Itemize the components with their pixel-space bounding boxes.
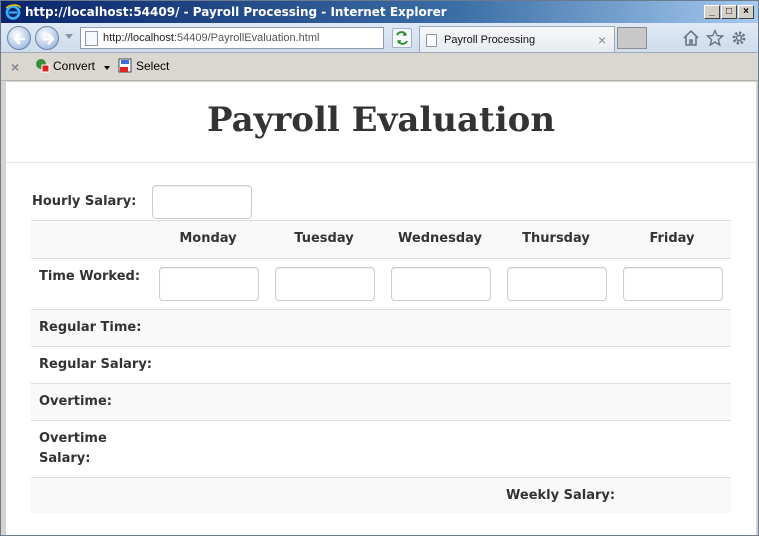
overtime-row: Overtime: — [31, 383, 731, 420]
close-toolbar-icon[interactable]: × — [11, 59, 19, 75]
hourly-salary-input[interactable] — [152, 185, 252, 219]
home-icon[interactable] — [682, 29, 700, 47]
time-worked-row: Time Worked: — [31, 258, 731, 309]
tab-close-icon[interactable]: × — [598, 32, 606, 48]
overtime-salary-label-line1: Overtime — [39, 431, 107, 446]
forward-icon — [43, 33, 55, 45]
refresh-icon — [396, 31, 408, 45]
days-header-row: Monday Tuesday Wednesday Thursday Friday — [31, 220, 731, 258]
day-header-thursday: Thursday — [522, 231, 590, 246]
convert-button[interactable]: Convert — [35, 58, 95, 76]
close-window-button[interactable]: × — [738, 5, 754, 19]
convert-icon — [36, 59, 50, 73]
regular-time-row: Regular Time: — [31, 309, 731, 346]
day-header-monday: Monday — [179, 231, 237, 246]
address-bar[interactable]: http://localhost:54409/PayrollEvaluation… — [80, 27, 463, 49]
tab-label: Payroll Processing — [444, 34, 536, 46]
day-header-friday: Friday — [649, 231, 695, 246]
page-icon — [85, 31, 98, 46]
overtime-salary-label-line2: Salary: — [39, 451, 91, 466]
time-worked-thursday-input[interactable] — [507, 267, 607, 301]
ie-logo-icon — [5, 4, 21, 20]
back-button[interactable] — [7, 26, 31, 50]
weekly-salary-row: Weekly Salary: — [31, 477, 731, 513]
maximize-button[interactable]: □ — [721, 5, 737, 19]
back-icon — [13, 33, 25, 45]
weekly-salary-label: Weekly Salary: — [506, 488, 616, 503]
overtime-salary-row: Overtime Salary: — [31, 420, 731, 477]
browser-window: http://localhost:54409/ - Payroll Proces… — [0, 0, 759, 536]
url-host: http://localhost — [103, 32, 174, 44]
regular-salary-label: Regular Salary: — [39, 357, 153, 372]
refresh-button[interactable] — [392, 28, 412, 48]
gear-icon[interactable] — [730, 29, 748, 47]
hourly-salary-label: Hourly Salary: — [32, 194, 137, 209]
page-content: Payroll Evaluation Hourly Salary: Monday… — [6, 82, 756, 535]
minimize-button[interactable]: _ — [704, 5, 720, 19]
time-worked-tuesday-input[interactable] — [275, 267, 375, 301]
window-title: http://localhost:54409/ - Payroll Proces… — [25, 5, 447, 19]
star-icon[interactable] — [706, 29, 724, 47]
url-text[interactable]: http://localhost:54409/PayrollEvaluation… — [103, 32, 319, 44]
convert-dropdown-icon[interactable] — [104, 66, 110, 70]
command-bar: × Convert Select — [1, 53, 758, 81]
forward-button[interactable] — [35, 26, 59, 50]
regular-time-label: Regular Time: — [39, 320, 142, 335]
time-worked-label: Time Worked: — [39, 269, 141, 284]
header-divider — [6, 162, 756, 163]
time-worked-wednesday-input[interactable] — [391, 267, 491, 301]
day-header-wednesday: Wednesday — [398, 231, 482, 246]
convert-label: Convert — [53, 58, 96, 73]
select-label: Select — [136, 58, 170, 73]
url-path: :54409/PayrollEvaluation.html — [173, 32, 320, 44]
tab-page-icon — [426, 34, 437, 47]
regular-salary-row: Regular Salary: — [31, 346, 731, 383]
navigation-bar: http://localhost:54409/PayrollEvaluation… — [1, 23, 758, 53]
page-title: Payroll Evaluation — [206, 100, 556, 140]
history-dropdown-icon[interactable] — [65, 34, 73, 39]
select-button[interactable]: Select — [118, 58, 169, 76]
new-tab-button[interactable] — [617, 27, 647, 49]
day-header-tuesday: Tuesday — [294, 231, 354, 246]
time-worked-friday-input[interactable] — [623, 267, 723, 301]
tab-payroll-processing[interactable]: Payroll Processing × — [419, 26, 615, 52]
time-worked-monday-input[interactable] — [159, 267, 259, 301]
title-bar: http://localhost:54409/ - Payroll Proces… — [1, 1, 758, 23]
select-icon — [118, 58, 132, 73]
overtime-label: Overtime: — [39, 394, 112, 409]
